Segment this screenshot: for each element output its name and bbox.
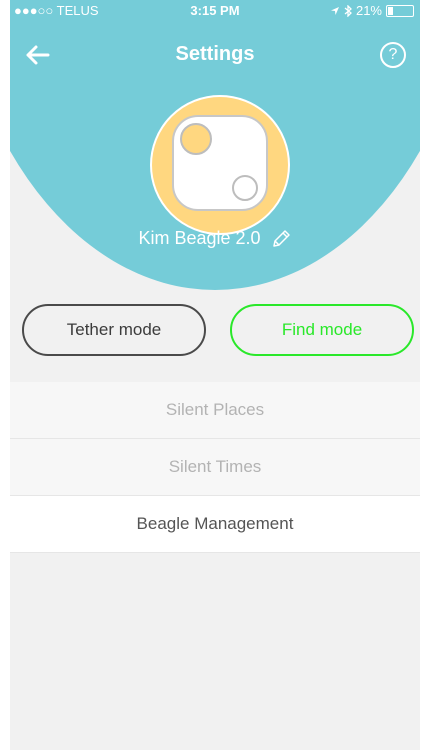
menu-item-silent-places[interactable]: Silent Places (10, 382, 420, 439)
beagle-tag-icon (172, 115, 268, 211)
nav-bar: Settings ? (10, 30, 420, 80)
status-bar: ●●●○○ TELUS 3:15 PM 21% (10, 0, 420, 22)
menu-item-beagle-management[interactable]: Beagle Management (10, 496, 420, 553)
page-title: Settings (175, 43, 255, 65)
help-icon[interactable]: ? (380, 42, 406, 68)
settings-menu: Silent Places Silent Times Beagle Manage… (10, 382, 420, 553)
settings-screen: ●●●○○ TELUS 3:15 PM 21% Settings ? Kim B… (10, 0, 420, 750)
menu-item-silent-times[interactable]: Silent Times (10, 439, 420, 496)
battery-icon (386, 4, 414, 17)
pencil-icon[interactable] (270, 228, 292, 250)
bluetooth-icon (344, 4, 352, 17)
tag-indicator-empty (232, 175, 258, 201)
device-name-label: Kim Beagle 2.0 (138, 228, 261, 248)
battery-fill (388, 6, 393, 15)
tether-mode-button[interactable]: Tether mode (22, 304, 206, 356)
device-avatar[interactable] (150, 95, 290, 235)
tag-indicator-filled (180, 123, 212, 155)
device-name: Kim Beagle 2.0 (10, 228, 420, 250)
battery-percent: 21% (355, 3, 382, 18)
location-icon (330, 6, 339, 15)
status-right: 21% (330, 3, 414, 18)
find-mode-button[interactable]: Find mode (230, 304, 414, 356)
